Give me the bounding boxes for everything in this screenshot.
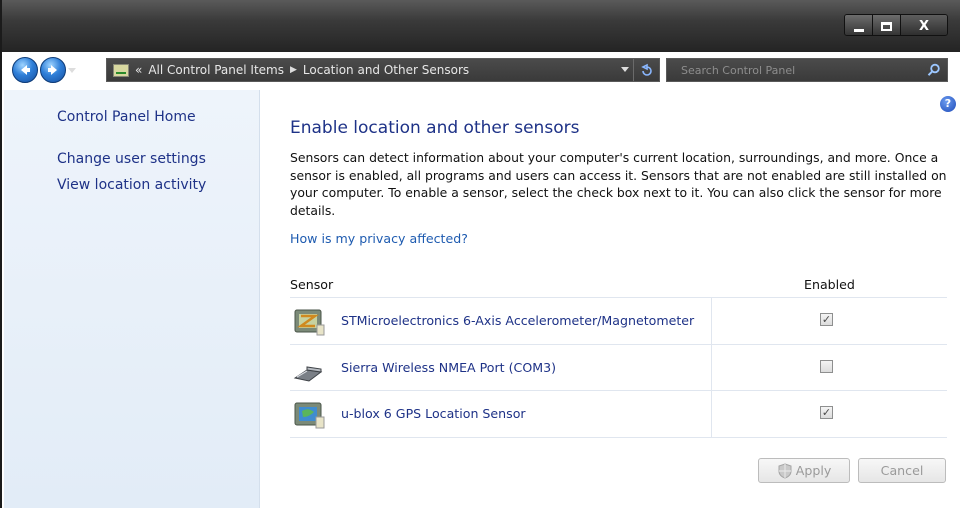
address-history-dropdown-icon[interactable]: [621, 67, 629, 72]
maximize-icon: [881, 21, 892, 31]
address-bar[interactable]: « All Control Panel Items ▶ Location and…: [106, 58, 660, 82]
view-location-activity-link[interactable]: View location activity: [57, 177, 206, 193]
gps-sensor-icon: [294, 402, 325, 429]
sensor-enabled-checkbox[interactable]: ✓: [820, 313, 833, 326]
breadcrumb-separator[interactable]: ▶: [290, 65, 297, 75]
cancel-button[interactable]: Cancel: [858, 458, 946, 483]
cancel-label: Cancel: [880, 463, 924, 478]
control-panel-window: X « All Control Panel Items ▶ Location a…: [0, 0, 960, 508]
refresh-button[interactable]: [633, 59, 659, 81]
help-icon[interactable]: ?: [940, 96, 956, 112]
maximize-button[interactable]: [873, 15, 901, 35]
minimize-button[interactable]: [845, 15, 873, 35]
back-button[interactable]: [12, 57, 38, 83]
control-panel-icon: [113, 63, 129, 77]
search-icon[interactable]: [927, 63, 941, 77]
privacy-link[interactable]: How is my privacy affected?: [290, 231, 468, 246]
control-panel-home-link[interactable]: Control Panel Home: [57, 109, 196, 125]
search-input[interactable]: Search Control Panel: [666, 58, 948, 82]
search-placeholder: Search Control Panel: [681, 63, 796, 77]
sensor-name[interactable]: Sierra Wireless NMEA Port (COM3): [341, 360, 556, 375]
accelerometer-sensor-icon: [294, 309, 325, 336]
title-bar: X: [2, 0, 960, 52]
breadcrumb-all-control-panel-items[interactable]: All Control Panel Items: [148, 63, 284, 77]
close-button[interactable]: X: [901, 15, 947, 35]
minimize-icon: [853, 28, 864, 32]
apply-button[interactable]: Apply: [758, 458, 850, 483]
sensor-name[interactable]: u-blox 6 GPS Location Sensor: [341, 406, 526, 421]
task-pane: Control Panel Home Change user settings …: [4, 90, 260, 508]
table-row[interactable]: Sierra Wireless NMEA Port (COM3): [290, 345, 947, 391]
close-icon: X: [918, 18, 930, 34]
recent-pages-dropdown-icon[interactable]: [68, 66, 76, 74]
sensor-column-header: Sensor: [290, 277, 334, 292]
page-description: Sensors can detect information about you…: [290, 150, 947, 218]
table-row[interactable]: STMicroelectronics 6-Axis Accelerometer/…: [290, 298, 947, 344]
caption-buttons: X: [844, 14, 948, 36]
table-divider: [290, 437, 947, 438]
breadcrumb-location-and-other-sensors[interactable]: Location and Other Sensors: [303, 63, 469, 77]
sensor-enabled-checkbox[interactable]: ✓: [820, 406, 833, 419]
sensor-name[interactable]: STMicroelectronics 6-Axis Accelerometer/…: [341, 313, 694, 328]
change-user-settings-link[interactable]: Change user settings: [57, 151, 206, 167]
breadcrumb-overflow[interactable]: «: [135, 63, 142, 77]
refresh-icon: [640, 63, 652, 76]
forward-arrow-icon: [48, 65, 57, 75]
enabled-column-header: Enabled: [804, 277, 855, 292]
apply-label: Apply: [795, 463, 832, 478]
modem-port-icon: [293, 366, 323, 382]
table-row[interactable]: u-blox 6 GPS Location Sensor ✓: [290, 391, 947, 437]
forward-button[interactable]: [40, 57, 66, 83]
page-title: Enable location and other sensors: [290, 118, 580, 138]
shield-icon: [778, 462, 792, 479]
back-arrow-icon: [21, 65, 30, 75]
sensor-enabled-checkbox[interactable]: [820, 360, 833, 373]
